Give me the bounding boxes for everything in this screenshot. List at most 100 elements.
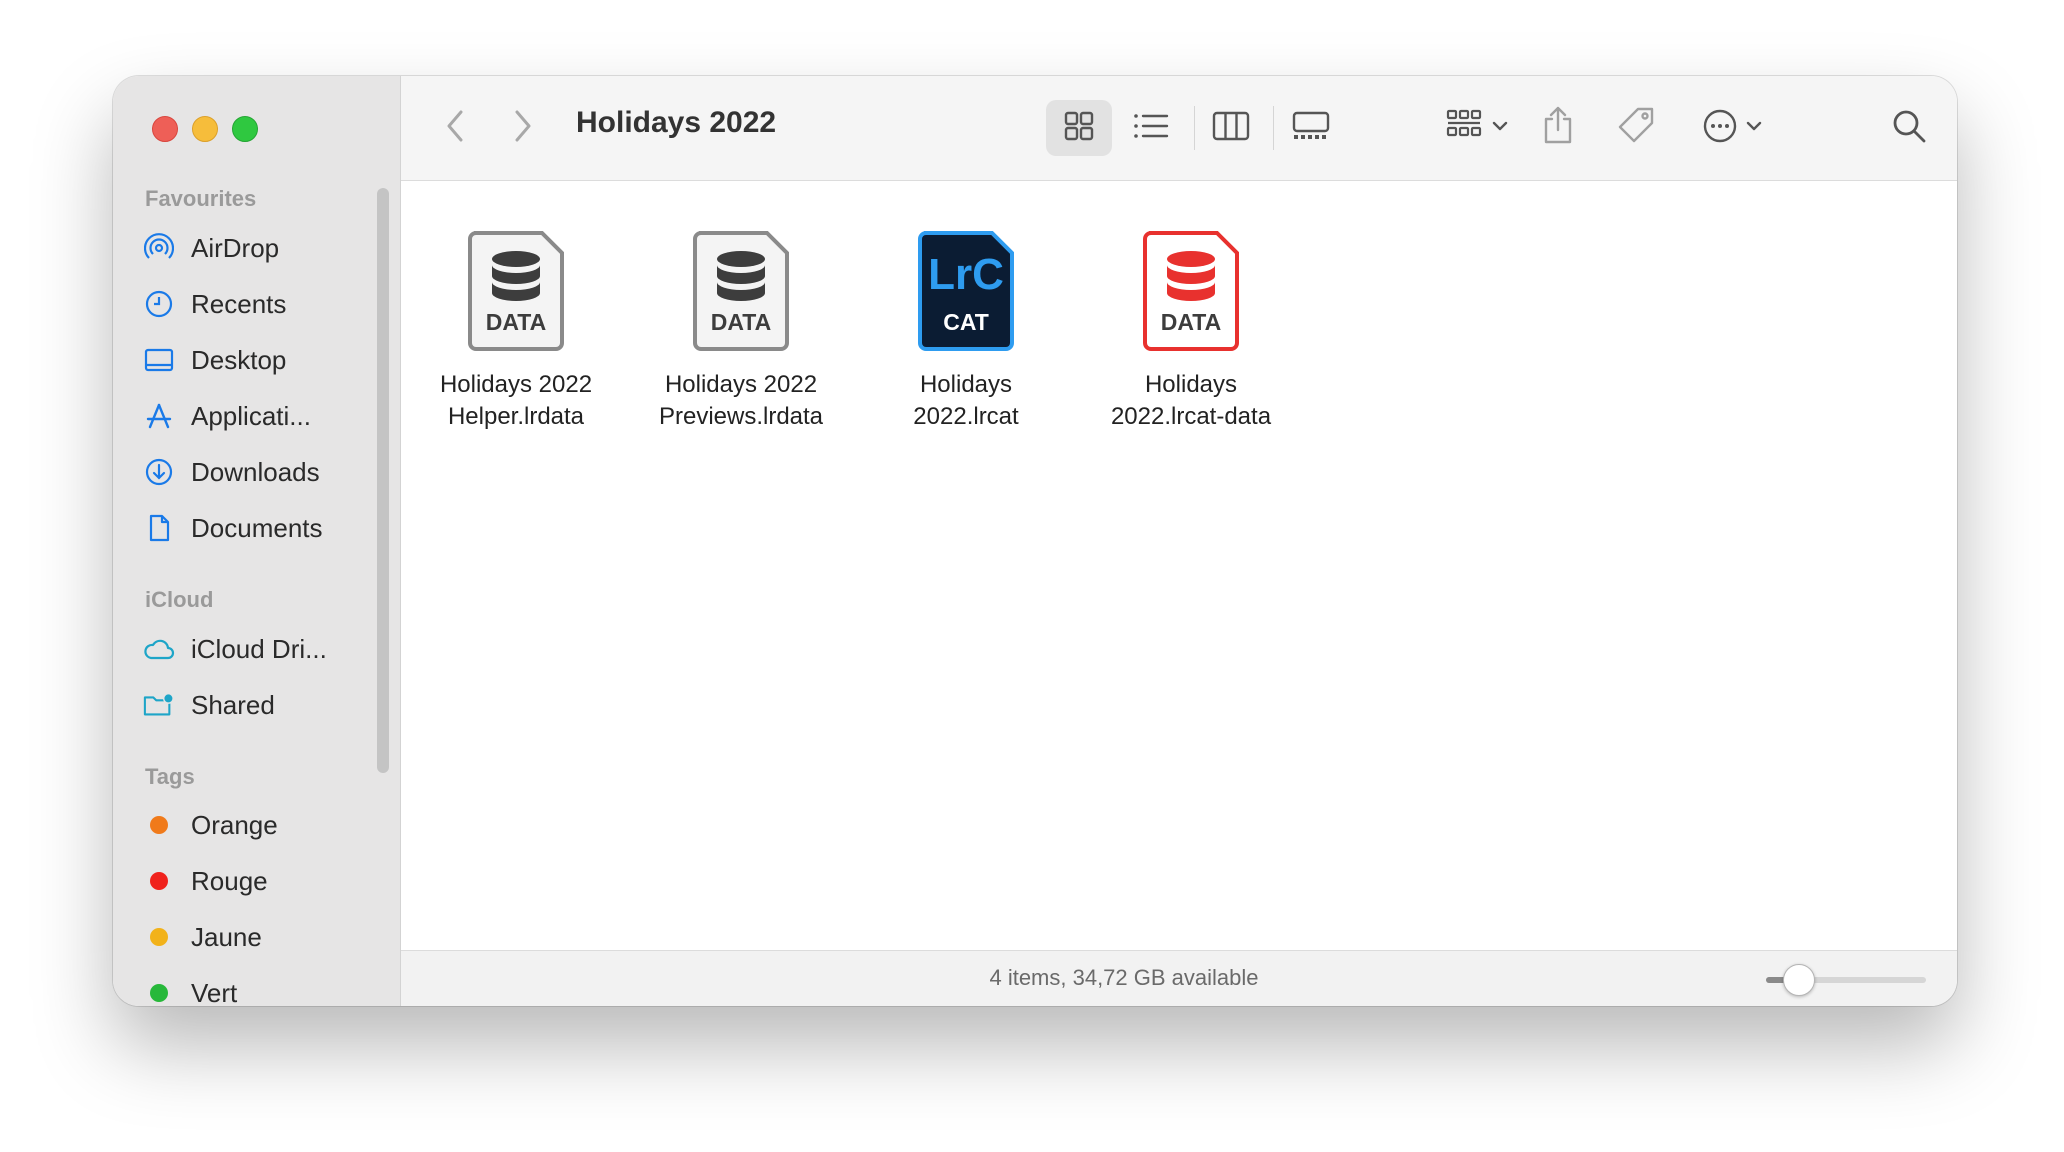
tag-color-dot	[150, 984, 168, 1002]
sidebar-item-label: Downloads	[191, 456, 320, 487]
download-icon	[143, 456, 175, 488]
document-icon	[143, 512, 175, 544]
file-name-line: Previews.lrdata	[658, 403, 824, 430]
sidebar-item-label: Jaune	[191, 921, 262, 952]
close-window-button[interactable]	[152, 116, 178, 142]
red-database-file-icon: DATA	[1141, 229, 1241, 351]
forward-button[interactable]	[501, 106, 545, 150]
grid-icon	[1063, 110, 1095, 147]
icon-size-slider[interactable]	[1766, 964, 1926, 996]
chevron-down-icon	[1492, 119, 1508, 137]
file-name: Holidays 2022 Helper.lrdata	[404, 369, 628, 433]
chevron-down-icon	[1746, 119, 1762, 137]
ellipsis-circle-icon	[1702, 108, 1738, 149]
list-icon	[1133, 111, 1169, 146]
tag-icon	[1616, 105, 1656, 150]
sidebar-item-icloud-drive[interactable]: iCloud Dri...	[143, 627, 383, 671]
desktop-icon	[143, 344, 175, 376]
file-name: Holidays 2022.lrcat-data	[1079, 369, 1303, 433]
sidebar-scrollbar[interactable]	[377, 188, 389, 773]
sidebar-item-recents[interactable]: Recents	[143, 282, 383, 326]
sidebar-section-tags: Tags	[145, 764, 195, 789]
icon-view-button[interactable]	[1046, 100, 1112, 156]
file-name: Holidays 2022 Previews.lrdata	[629, 369, 853, 433]
sidebar-item-label: AirDrop	[191, 232, 280, 263]
sidebar-item-label: Vert	[191, 977, 238, 1007]
clock-icon	[143, 288, 175, 320]
sidebar-item-shared[interactable]: Shared	[143, 683, 383, 727]
tag-color-dot	[150, 928, 168, 946]
more-actions-button[interactable]	[1691, 100, 1773, 156]
file-name-line: 2022.lrcat	[913, 403, 1019, 430]
file-item[interactable]: DATA Holidays 2022 Helper.lrdata	[404, 229, 628, 433]
sidebar-item-label: Applicati...	[191, 400, 311, 431]
sidebar-item-desktop[interactable]: Desktop	[143, 338, 383, 382]
sidebar-item-label: Desktop	[191, 344, 287, 375]
database-file-icon: DATA	[466, 229, 566, 351]
sidebar-tag-orange[interactable]: Orange	[143, 803, 383, 847]
database-file-icon: DATA	[691, 229, 791, 351]
sidebar-item-label: iCloud Dri...	[191, 633, 327, 664]
sidebar-item-label: Documents	[191, 512, 323, 543]
status-bar: 4 items, 34,72 GB available	[401, 950, 1957, 1006]
lightroom-catalog-icon: LrC CAT	[916, 229, 1016, 351]
file-item[interactable]: DATA Holidays 2022 Previews.lrdata	[629, 229, 853, 433]
sidebar-section-favourites: Favourites	[145, 186, 257, 211]
file-name: Holidays 2022.lrcat	[854, 369, 1078, 433]
file-name-line: 2022.lrcat-data	[1110, 403, 1272, 430]
file-name-line: Holidays 2022	[439, 371, 593, 398]
sidebar-tag-jaune[interactable]: Jaune	[143, 915, 383, 959]
minimize-window-button[interactable]	[192, 116, 218, 142]
svg-text:DATA: DATA	[1161, 309, 1221, 335]
sidebar-item-label: Shared	[191, 689, 275, 720]
airdrop-icon	[143, 232, 175, 264]
search-icon	[1891, 108, 1927, 149]
chevron-left-icon	[445, 109, 465, 148]
column-view-button[interactable]	[1201, 100, 1261, 156]
file-name-line: Holidays	[1144, 371, 1238, 398]
cloud-icon	[143, 633, 175, 665]
sidebar-section-icloud: iCloud	[145, 587, 214, 612]
sidebar-item-applications[interactable]: Applicati...	[143, 394, 383, 438]
group-by-button[interactable]	[1436, 100, 1518, 156]
sidebar-item-label: Orange	[191, 809, 278, 840]
svg-text:LrC: LrC	[928, 250, 1004, 299]
file-item[interactable]: LrC CAT Holidays 2022.lrcat	[854, 229, 1078, 433]
tag-color-dot	[150, 872, 168, 890]
toolbar-divider	[1194, 106, 1195, 150]
sidebar: Favourites AirDrop Recents Desktop Appli…	[113, 76, 401, 1006]
chevron-right-icon	[513, 109, 533, 148]
finder-window: Favourites AirDrop Recents Desktop Appli…	[113, 76, 1957, 1006]
file-name-line: Helper.lrdata	[447, 403, 585, 430]
search-button[interactable]	[1881, 100, 1937, 156]
tag-button[interactable]	[1609, 98, 1663, 156]
svg-text:DATA: DATA	[711, 309, 771, 335]
file-item[interactable]: DATA Holidays 2022.lrcat-data	[1079, 229, 1303, 433]
sidebar-tag-rouge[interactable]: Rouge	[143, 859, 383, 903]
file-name-line: Holidays 2022	[664, 371, 818, 398]
columns-icon	[1212, 111, 1250, 146]
svg-text:CAT: CAT	[943, 309, 989, 335]
sidebar-item-label: Rouge	[191, 865, 268, 896]
list-view-button[interactable]	[1121, 100, 1181, 156]
sidebar-item-downloads[interactable]: Downloads	[143, 450, 383, 494]
sidebar-tag-vert[interactable]: Vert	[143, 971, 383, 1006]
share-button[interactable]	[1531, 98, 1585, 156]
slider-knob[interactable]	[1783, 964, 1815, 996]
sidebar-item-label: Recents	[191, 288, 287, 319]
sidebar-item-airdrop[interactable]: AirDrop	[143, 226, 383, 270]
shared-folder-icon	[143, 689, 175, 721]
window-title: Holidays 2022	[576, 106, 777, 139]
svg-text:DATA: DATA	[486, 309, 546, 335]
toolbar: Holidays 2022	[401, 76, 1957, 181]
gallery-icon	[1292, 111, 1330, 146]
sidebar-item-documents[interactable]: Documents	[143, 506, 383, 550]
zoom-window-button[interactable]	[232, 116, 258, 142]
file-grid: DATA Holidays 2022 Helper.lrdata DATA Ho…	[401, 181, 1957, 903]
gallery-view-button[interactable]	[1281, 100, 1341, 156]
back-button[interactable]	[433, 106, 477, 150]
share-icon	[1542, 105, 1574, 150]
status-text: 4 items, 34,72 GB available	[989, 965, 1259, 990]
group-grid-icon	[1446, 109, 1486, 148]
file-name-line: Holidays	[919, 371, 1013, 398]
